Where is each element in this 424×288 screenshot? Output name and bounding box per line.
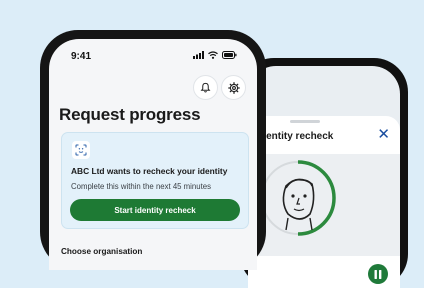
status-time: 9:41 [71,51,92,62]
primary-screen: 9:41 Request progress ABC Ltd wants to r… [49,39,257,270]
choose-organisation-heading: Choose organisation [61,247,143,256]
recheck-sheet: dentity recheck ✕ [248,116,400,288]
card-deadline: Complete this within the next 45 minutes [71,182,211,191]
close-icon[interactable]: ✕ [377,127,390,142]
bell-icon [200,82,211,93]
signal-icon [193,51,204,59]
status-icons [193,51,237,59]
primary-phone: 9:41 Request progress ABC Ltd wants to r… [40,30,266,270]
pause-button[interactable] [368,264,388,284]
sheet-handle[interactable] [290,120,320,123]
recheck-card: ABC Ltd wants to recheck your identity C… [61,132,249,229]
gear-icon [227,81,240,94]
notifications-button[interactable] [193,75,218,100]
secondary-screen: dentity recheck ✕ [248,66,400,288]
wifi-icon [208,51,218,59]
start-recheck-button[interactable]: Start identity recheck [70,199,240,221]
face-scan-badge [72,141,90,159]
card-heading: ABC Ltd wants to recheck your identity [71,166,228,176]
battery-icon [222,51,237,59]
settings-button[interactable] [221,75,246,100]
pause-icon [374,269,382,279]
camera-preview [248,154,400,284]
page-title: Request progress [59,105,201,124]
face-guide-icon [261,160,336,236]
face-scan-icon [75,144,87,156]
sheet-title: dentity recheck [260,131,334,142]
